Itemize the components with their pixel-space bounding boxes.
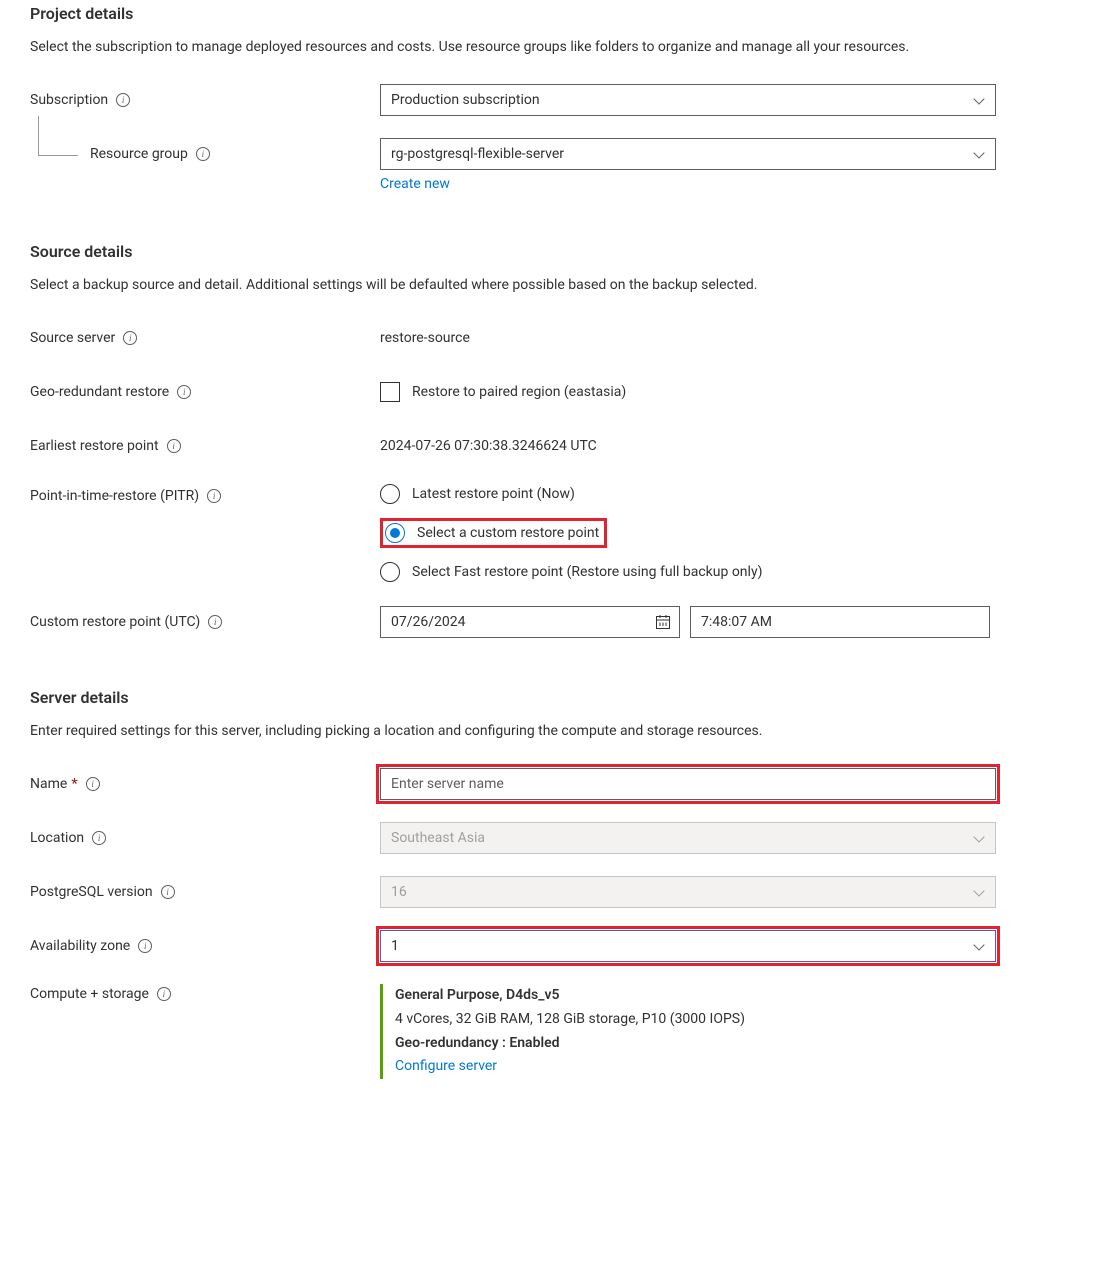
info-icon[interactable] [207, 489, 221, 503]
subscription-dropdown[interactable]: Production subscription [380, 84, 996, 116]
server-details-heading: Server details [30, 688, 1080, 707]
geo-redundant-checkbox[interactable] [380, 382, 400, 402]
compute-spec: 4 vCores, 32 GiB RAM, 128 GiB storage, P… [395, 1008, 996, 1032]
server-name-input[interactable] [380, 768, 996, 800]
location-label: Location [30, 830, 380, 846]
configure-server-link[interactable]: Configure server [395, 1058, 497, 1074]
chevron-down-icon [973, 832, 985, 844]
postgresql-version-dropdown: 16 [380, 876, 996, 908]
geo-redundant-label: Geo-redundant restore [30, 384, 380, 400]
source-details-heading: Source details [30, 242, 1080, 261]
info-icon[interactable] [196, 147, 210, 161]
project-details-desc: Select the subscription to manage deploy… [30, 37, 1000, 58]
custom-restore-label: Custom restore point (UTC) [30, 614, 380, 630]
info-icon[interactable] [167, 439, 181, 453]
resource-group-dropdown[interactable]: rg-postgresql-flexible-server [380, 138, 996, 170]
server-details-desc: Enter required settings for this server,… [30, 721, 1000, 742]
resource-group-label: Resource group [30, 146, 380, 162]
info-icon[interactable] [177, 385, 191, 399]
compute-storage-label: Compute + storage [30, 984, 380, 1002]
custom-restore-date-input[interactable]: 07/26/2024 [380, 606, 680, 638]
info-icon[interactable] [161, 885, 175, 899]
project-details-heading: Project details [30, 4, 1080, 23]
availability-zone-label: Availability zone [30, 938, 380, 954]
chevron-down-icon [973, 886, 985, 898]
source-details-desc: Select a backup source and detail. Addit… [30, 275, 1000, 296]
tree-connector-icon [38, 116, 78, 156]
pitr-label: Point-in-time-restore (PITR) [30, 484, 380, 504]
radio-icon [380, 562, 400, 582]
earliest-restore-value: 2024-07-26 07:30:38.3246624 UTC [380, 438, 597, 454]
info-icon[interactable] [157, 987, 171, 1001]
pitr-radio-custom[interactable]: Select a custom restore point [383, 523, 599, 543]
info-icon[interactable] [86, 777, 100, 791]
compute-tier: General Purpose, D4ds_v5 [395, 984, 996, 1008]
info-icon[interactable] [116, 93, 130, 107]
source-server-label: Source server [30, 330, 380, 346]
compute-geo: Geo-redundancy : Enabled [395, 1032, 996, 1056]
radio-icon [380, 484, 400, 504]
server-name-label: Name* [30, 776, 380, 792]
custom-restore-time-input[interactable]: 7:48:07 AM [690, 606, 990, 638]
info-icon[interactable] [208, 615, 222, 629]
chevron-down-icon [973, 940, 985, 952]
availability-zone-dropdown[interactable]: 1 [380, 930, 996, 962]
info-icon[interactable] [92, 831, 106, 845]
location-dropdown: Southeast Asia [380, 822, 996, 854]
subscription-label: Subscription [30, 92, 380, 108]
pitr-radio-fast[interactable]: Select Fast restore point (Restore using… [380, 562, 996, 582]
info-icon[interactable] [138, 939, 152, 953]
create-new-rg-link[interactable]: Create new [380, 176, 450, 192]
postgresql-version-label: PostgreSQL version [30, 884, 380, 900]
compute-storage-summary: General Purpose, D4ds_v5 4 vCores, 32 Gi… [380, 984, 996, 1079]
pitr-radio-latest[interactable]: Latest restore point (Now) [380, 484, 996, 504]
radio-icon [385, 523, 405, 543]
info-icon[interactable] [123, 331, 137, 345]
chevron-down-icon [973, 94, 985, 106]
pitr-radio-group: Latest restore point (Now) Select a cust… [380, 484, 996, 582]
earliest-restore-label: Earliest restore point [30, 438, 380, 454]
calendar-icon [655, 614, 671, 630]
source-server-value: restore-source [380, 330, 470, 346]
chevron-down-icon [973, 148, 985, 160]
geo-redundant-checkbox-label: Restore to paired region (eastasia) [412, 384, 626, 400]
